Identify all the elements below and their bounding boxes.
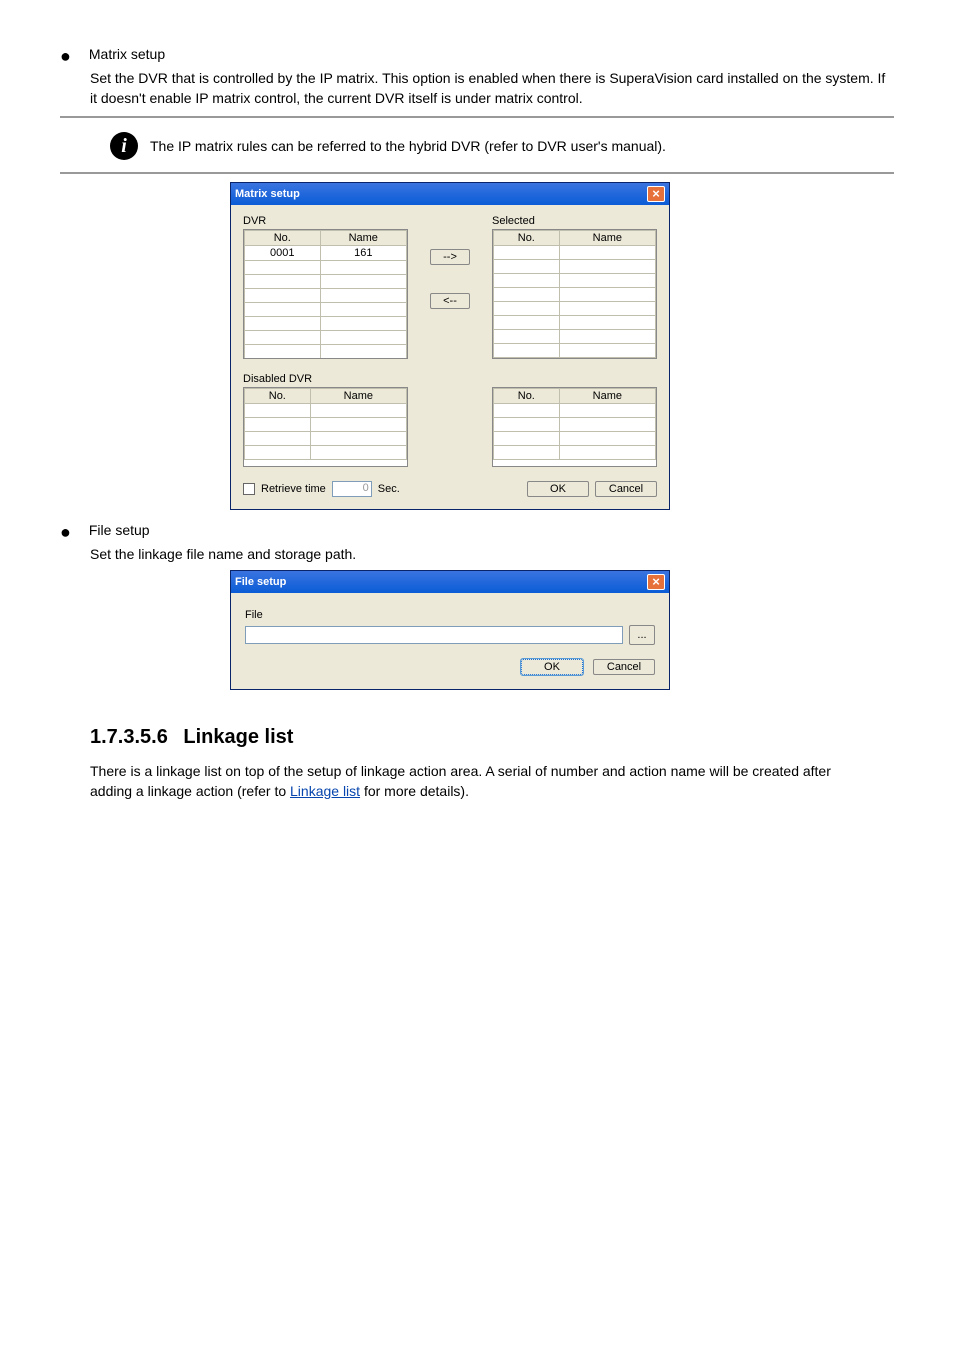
col-no: No. <box>494 231 560 246</box>
retrieve-input[interactable]: 0 <box>332 481 372 497</box>
file-label: File <box>245 609 655 621</box>
col-no: No. <box>245 389 311 404</box>
col-no: No. <box>494 389 560 404</box>
section-number: 1.7.3.5.6 <box>90 726 168 748</box>
section-paragraph: There is a linkage list on top of the se… <box>90 761 864 801</box>
selected-label: Selected <box>492 215 657 227</box>
bullet-file: ● File setup <box>60 522 894 542</box>
matrix-dialog: Matrix setup × DVR No. Name 0001 161 <box>230 182 670 510</box>
note-text: The IP matrix rules can be referred to t… <box>150 132 666 156</box>
cell-no: 0001 <box>245 246 321 261</box>
retrieve-checkbox[interactable] <box>243 483 255 495</box>
disabled-row: Disabled DVR No. Name <box>243 373 657 467</box>
cancel-button[interactable]: Cancel <box>595 481 657 497</box>
disabled-grid-left[interactable]: No. Name <box>243 387 408 467</box>
bullet-matrix: ● Matrix setup <box>60 46 894 66</box>
file-dialog: File setup × File ... OK Cancel <box>230 570 670 690</box>
dvr-label: DVR <box>243 215 408 227</box>
file-paragraph: Set the linkage file name and storage pa… <box>90 544 894 564</box>
move-left-button[interactable]: <-- <box>430 293 470 309</box>
disabled-label: Disabled DVR <box>243 373 657 385</box>
linkage-list-link[interactable]: Linkage list <box>290 783 360 799</box>
selected-block: Selected No. Name <box>492 215 657 359</box>
disabled-grid-right[interactable]: No. Name <box>492 387 657 467</box>
table-row[interactable]: 0001 161 <box>245 246 407 261</box>
info-icon: i <box>110 132 138 160</box>
ok-button[interactable]: OK <box>527 481 589 497</box>
matrix-paragraph: Set the DVR that is controlled by the IP… <box>90 68 894 108</box>
browse-button[interactable]: ... <box>629 625 655 645</box>
retrieve-label: Retrieve time <box>261 483 326 495</box>
matrix-dialog-body: DVR No. Name 0001 161 <box>231 205 669 509</box>
cell-name: 161 <box>320 246 406 261</box>
transfer-buttons: --> <-- <box>430 215 470 359</box>
col-name: Name <box>559 231 655 246</box>
section-desc-after: for more details). <box>364 783 469 799</box>
dvr-grid[interactable]: No. Name 0001 161 <box>243 229 408 359</box>
file-dialog-title: File setup <box>235 576 286 588</box>
matrix-top-row: DVR No. Name 0001 161 <box>243 215 657 359</box>
note-row: i The IP matrix rules can be referred to… <box>60 126 894 164</box>
dvr-block: DVR No. Name 0001 161 <box>243 215 408 359</box>
file-dialog-body: File ... OK Cancel <box>231 593 669 689</box>
divider <box>60 116 894 118</box>
bullet-title: File setup <box>89 522 150 538</box>
file-titlebar: File setup × <box>231 571 669 593</box>
col-name: Name <box>310 389 406 404</box>
selected-grid[interactable]: No. Name <box>492 229 657 359</box>
ok-button[interactable]: OK <box>521 659 583 675</box>
bullet-title: Matrix setup <box>89 46 165 62</box>
col-name: Name <box>559 389 655 404</box>
move-right-button[interactable]: --> <box>430 249 470 265</box>
sec-label: Sec. <box>378 483 400 495</box>
section-title: Linkage list <box>183 726 293 748</box>
col-no: No. <box>245 231 321 246</box>
close-icon[interactable]: × <box>647 574 665 590</box>
matrix-titlebar: Matrix setup × <box>231 183 669 205</box>
bullet-icon: ● <box>60 46 71 66</box>
close-icon[interactable]: × <box>647 186 665 202</box>
col-name: Name <box>320 231 406 246</box>
matrix-dialog-title: Matrix setup <box>235 188 300 200</box>
divider <box>60 172 894 174</box>
cancel-button[interactable]: Cancel <box>593 659 655 675</box>
section-heading: 1.7.3.5.6 Linkage list <box>90 726 894 749</box>
file-path-input[interactable] <box>245 626 623 644</box>
matrix-bottom-row: Retrieve time 0 Sec. OK Cancel <box>243 481 657 497</box>
bullet-icon: ● <box>60 522 71 542</box>
